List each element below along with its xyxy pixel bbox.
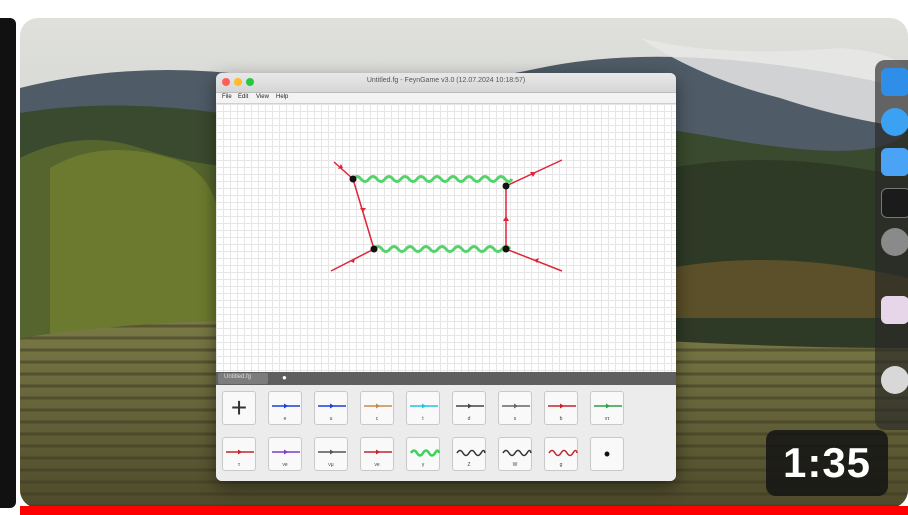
line-tool-4[interactable]: d [452,391,486,425]
watch-progress-bar [20,506,908,515]
add-line-type-button[interactable]: + [222,391,256,425]
video-thumbnail[interactable]: Untitled.fg - FeynGame v3.0 (12.07.2024 … [0,0,908,515]
plus-icon: + [230,392,248,423]
line-tool-label: νμ [328,462,334,468]
settings-icon[interactable] [881,228,908,256]
line-tool-label: νe [374,462,380,468]
menu-help[interactable]: Help [276,94,288,100]
line-tool-15[interactable]: g [544,437,578,471]
line-tool-0[interactable]: e [268,391,302,425]
line-tool-1[interactable]: u [314,391,348,425]
line-tool-11[interactable]: νe [360,437,394,471]
vertex-dot-icon: • [603,444,611,464]
window-title: Untitled.fg - FeynGame v3.0 (12.07.2024 … [366,77,526,84]
line-tool-label: g [559,462,563,468]
line-tool-label: t [422,416,424,422]
line-tool-14[interactable]: W [498,437,532,471]
mail-icon[interactable] [881,148,908,176]
video-duration-badge: 1:35 [766,430,888,496]
line-tool-6[interactable]: b [544,391,578,425]
diagram-canvas[interactable] [216,104,676,372]
line-tool-label: γ [421,462,425,468]
line-tool-12[interactable]: γ [406,437,441,471]
line-tool-label: Z [467,462,471,468]
line-tool-label: c [375,416,379,422]
vertex-top-left [349,175,357,183]
vertex-tool-button[interactable]: • [590,437,624,471]
previous-thumbnail-edge [0,18,16,508]
line-tool-8[interactable]: τ [222,437,256,471]
line-tool-10[interactable]: νμ [314,437,348,471]
vertex-top-right [502,182,510,190]
fermion-in-top [333,161,354,180]
line-tool-label: νe [282,462,288,468]
line-tool-label: W [512,462,518,468]
document-tab-bar: Untitled.fg ● [216,372,676,385]
menu-view[interactable]: View [256,94,269,100]
coffee-icon[interactable] [881,366,908,394]
line-tool-label: ντ [604,416,610,422]
line-tool-label: e [283,416,287,422]
arrow-5 [503,216,509,221]
new-tab-marker[interactable]: ● [282,373,287,382]
menu-file[interactable]: File [222,94,232,100]
document-tab[interactable]: Untitled.fg [218,373,268,384]
tool-palette: + euctdsbνττνeνμνeγZWgH • [216,385,676,481]
line-tool-label: b [559,416,563,422]
arrow-2 [360,208,366,212]
vertex-bottom-left [370,245,378,253]
document-tab-label: Untitled.fg [224,374,252,380]
line-tool-7[interactable]: ντ [590,391,624,425]
line-tool-5[interactable]: s [498,391,532,425]
window-titlebar: Untitled.fg - FeynGame v3.0 (12.07.2024 … [216,73,676,93]
finder-icon[interactable] [881,68,908,96]
photon-top [351,175,514,183]
line-tool-label: s [513,416,517,422]
line-tool-label: d [467,416,471,422]
menu-edit[interactable]: Edit [238,94,248,100]
line-tool-2[interactable]: c [360,391,394,425]
safari-icon[interactable] [881,108,908,136]
line-tool-9[interactable]: νe [268,437,302,471]
app-icon[interactable] [881,296,908,324]
line-tool-3[interactable]: t [406,391,440,425]
feyngame-window: Untitled.fg - FeynGame v3.0 (12.07.2024 … [216,73,676,481]
line-tool-label: u [329,416,333,422]
macos-dock [875,60,908,430]
terminal-icon[interactable] [881,188,908,218]
photon-bottom [372,245,512,253]
line-tool-label: τ [238,462,240,468]
menu-bar: File Edit View Help [216,93,676,104]
vertex-bottom-right [502,245,510,253]
line-tool-13[interactable]: Z [452,437,486,471]
feynman-diagram [330,159,563,272]
fermion-left [352,178,375,250]
